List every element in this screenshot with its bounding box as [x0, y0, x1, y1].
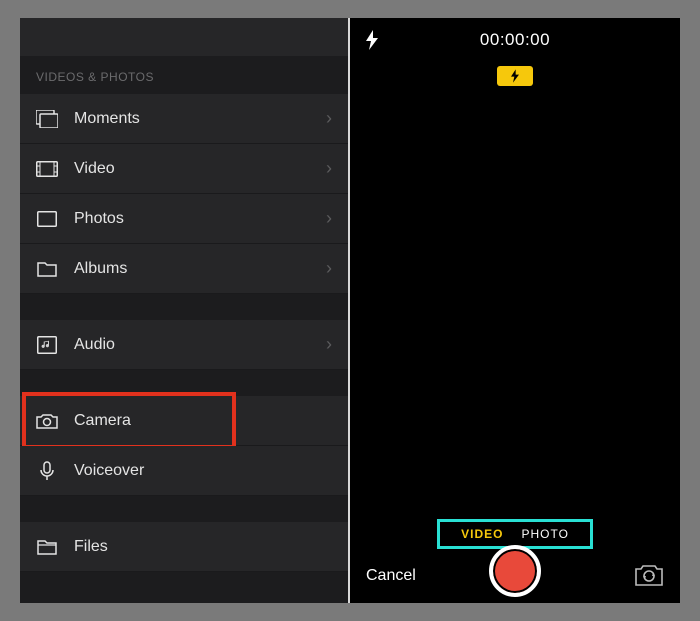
video-icon — [36, 160, 58, 178]
menu-label: Albums — [74, 260, 326, 278]
section-gap — [20, 294, 348, 320]
camera-bottom-bar: VIDEO PHOTO Cancel — [350, 503, 680, 603]
albums-icon — [36, 260, 58, 278]
menu-item-files[interactable]: Files — [20, 522, 348, 572]
menu-label: Camera — [74, 412, 332, 430]
voiceover-icon — [36, 462, 58, 480]
cancel-button[interactable]: Cancel — [366, 567, 416, 585]
section-header: VIDEOS & PHOTOS — [20, 56, 348, 94]
flash-badge — [497, 66, 533, 86]
menu-label: Photos — [74, 210, 326, 228]
menu-label: Video — [74, 160, 326, 178]
chevron-right-icon: › — [326, 258, 332, 279]
camera-icon — [36, 412, 58, 430]
camera-view: 00:00:00 VIDEO PHOTO Cancel — [350, 18, 680, 603]
menu-label: Files — [74, 538, 332, 556]
audio-icon — [36, 336, 58, 354]
camera-top-bar: 00:00:00 — [350, 30, 680, 50]
menu-item-photos[interactable]: Photos › — [20, 194, 348, 244]
recording-timer: 00:00:00 — [480, 30, 550, 50]
chevron-right-icon: › — [326, 334, 332, 355]
chevron-right-icon: › — [326, 108, 332, 129]
app-container: VIDEOS & PHOTOS Moments › Video › Photos… — [20, 18, 680, 603]
menu-item-voiceover[interactable]: Voiceover — [20, 446, 348, 496]
mode-video[interactable]: VIDEO — [461, 527, 503, 541]
chevron-right-icon: › — [326, 158, 332, 179]
photos-icon — [36, 210, 58, 228]
menu-item-camera[interactable]: Camera — [20, 396, 348, 446]
section-gap — [20, 496, 348, 522]
flash-icon[interactable] — [366, 30, 378, 50]
chevron-right-icon: › — [326, 208, 332, 229]
menu-item-albums[interactable]: Albums › — [20, 244, 348, 294]
camera-mode-switch[interactable]: VIDEO PHOTO — [451, 521, 579, 547]
switch-camera-button[interactable] — [634, 563, 664, 587]
menu-label: Voiceover — [74, 462, 332, 480]
mode-photo[interactable]: PHOTO — [521, 527, 568, 541]
menu-item-video[interactable]: Video › — [20, 144, 348, 194]
panel-top-bar — [20, 18, 348, 56]
moments-icon — [36, 110, 58, 128]
menu-item-moments[interactable]: Moments › — [20, 94, 348, 144]
menu-label: Audio — [74, 336, 326, 354]
menu-item-audio[interactable]: Audio › — [20, 320, 348, 370]
record-button[interactable] — [489, 545, 541, 597]
files-icon — [36, 538, 58, 556]
section-gap — [20, 370, 348, 396]
menu-label: Moments — [74, 110, 326, 128]
media-picker-panel: VIDEOS & PHOTOS Moments › Video › Photos… — [20, 18, 350, 603]
